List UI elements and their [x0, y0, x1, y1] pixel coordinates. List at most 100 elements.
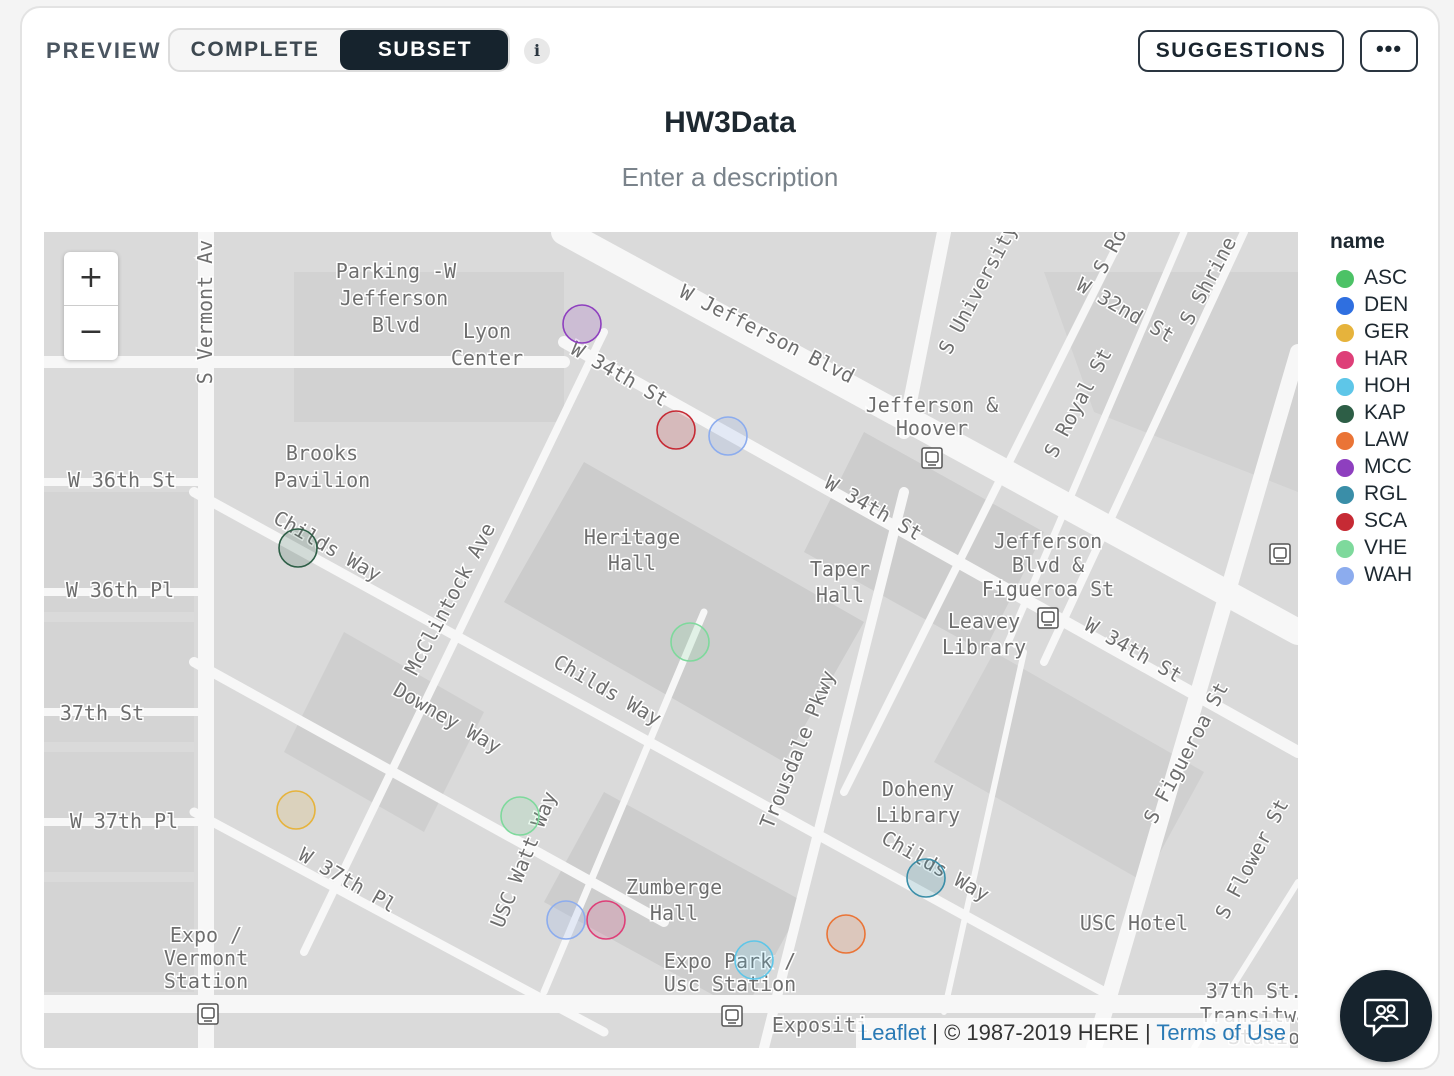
legend-swatch: [1336, 378, 1354, 396]
map-point-rgl[interactable]: [906, 858, 946, 898]
street-label: 37th St.: [1206, 979, 1298, 1003]
street-label: Hall: [650, 901, 698, 925]
subset-tab[interactable]: SUBSET: [340, 30, 508, 70]
legend-swatch: [1336, 432, 1354, 450]
street-label: Brooks: [286, 441, 358, 465]
map-point-mcc[interactable]: [562, 304, 602, 344]
zoom-control: + −: [64, 252, 118, 360]
legend: name ASC DEN GER HAR HOH KAP LAW MCC RGL SCA VHE WA…: [1330, 230, 1412, 588]
description-field[interactable]: Enter a description: [22, 162, 1438, 193]
legend-item-mcc[interactable]: MCC: [1330, 453, 1412, 480]
attribution-separator: |: [926, 1020, 945, 1045]
dataset-title[interactable]: HW3Data: [22, 106, 1438, 140]
complete-tab[interactable]: COMPLETE: [170, 30, 340, 70]
map-point-sca[interactable]: [656, 410, 696, 450]
chat-button[interactable]: [1340, 970, 1432, 1062]
legend-item-asc[interactable]: ASC: [1330, 264, 1407, 291]
legend-label: SCA: [1364, 509, 1408, 532]
street-label: Lyon: [463, 319, 511, 343]
street-label: Figueroa St: [982, 577, 1114, 601]
map-view[interactable]: Parking -W Jefferson Blvd Lyon Center W Jeffe…: [44, 232, 1298, 1048]
street-label: Doheny: [882, 777, 954, 801]
legend-item-rgl[interactable]: RGL: [1330, 480, 1407, 507]
suggestions-button[interactable]: SUGGESTIONS: [1138, 30, 1344, 72]
terms-of-use-link[interactable]: Terms of Use: [1156, 1020, 1286, 1045]
street-label: Leavey: [948, 609, 1020, 633]
street-label: Blvd: [372, 313, 420, 337]
legend-item-hoh[interactable]: HOH: [1330, 372, 1411, 399]
legend-swatch: [1336, 459, 1354, 477]
attribution-copyright: © 1987-2019 HERE: [944, 1020, 1139, 1045]
legend-item-den[interactable]: DEN: [1330, 291, 1408, 318]
street-label: Zumberge: [626, 875, 722, 899]
attribution-separator: |: [1138, 1020, 1157, 1045]
street-label: Expositi: [772, 1013, 868, 1037]
legend-swatch: [1336, 405, 1354, 423]
street-label: Usc Station: [664, 972, 796, 996]
map-point-hoh[interactable]: [734, 940, 774, 980]
zoom-out-button[interactable]: −: [64, 306, 118, 360]
legend-swatch: [1336, 324, 1354, 342]
legend-swatch: [1336, 567, 1354, 585]
legend-item-har[interactable]: HAR: [1330, 345, 1408, 372]
map-point-vhe[interactable]: [500, 796, 540, 836]
info-icon[interactable]: i: [524, 38, 550, 64]
map-attribution: Leaflet | © 1987-2019 HERE | Terms of Us…: [856, 1018, 1290, 1048]
street-label: Jefferson &: [866, 393, 998, 417]
legend-label: WAH: [1364, 563, 1413, 586]
legend-item-vhe[interactable]: VHE: [1330, 534, 1407, 561]
street-label: Pavilion: [274, 468, 370, 492]
street-label: Center: [451, 346, 523, 370]
legend-item-ger[interactable]: GER: [1330, 318, 1410, 345]
street-label: Jefferson: [340, 286, 448, 310]
legend-swatch: [1336, 270, 1354, 288]
legend-item-kap[interactable]: KAP: [1330, 399, 1406, 426]
transit-stop-icon: [1269, 543, 1291, 565]
preview-card: PREVIEW COMPLETE SUBSET i SUGGESTIONS ••…: [20, 6, 1440, 1070]
street-label: Vermont: [164, 946, 248, 970]
transit-stop-icon: [721, 1005, 743, 1027]
legend-label: HAR: [1364, 347, 1409, 370]
map-point-wah[interactable]: [708, 416, 748, 456]
map-point-har[interactable]: [586, 900, 626, 940]
transit-stop-icon: [921, 447, 943, 469]
legend-label: LAW: [1364, 428, 1409, 451]
legend-items: ASC DEN GER HAR HOH KAP LAW MCC RGL SCA VHE WAH: [1330, 264, 1412, 588]
legend-label: VHE: [1364, 536, 1408, 559]
street-label: Library: [942, 635, 1026, 659]
legend-swatch: [1336, 540, 1354, 558]
street-label: W 36th Pl: [66, 578, 174, 602]
street-label: Library: [876, 803, 960, 827]
chat-people-icon: [1364, 998, 1408, 1038]
street-label: Expo /: [170, 923, 242, 947]
street-label: Expo Park /: [664, 949, 796, 973]
street-label: S Vermont Av: [193, 240, 217, 385]
street-label: USC Hotel: [1080, 911, 1188, 935]
map-point-ger[interactable]: [276, 790, 316, 830]
legend-label: HOH: [1364, 374, 1411, 397]
leaflet-link[interactable]: Leaflet: [860, 1020, 926, 1045]
transit-stop-icon: [197, 1003, 219, 1025]
legend-label: KAP: [1364, 401, 1407, 424]
legend-label: DEN: [1364, 293, 1409, 316]
map-point-vhe[interactable]: [670, 622, 710, 662]
more-options-button[interactable]: •••: [1360, 30, 1418, 72]
legend-item-wah[interactable]: WAH: [1330, 561, 1412, 588]
view-toggle: COMPLETE SUBSET: [168, 28, 510, 72]
street-label: Heritage: [584, 525, 680, 549]
legend-swatch: [1336, 351, 1354, 369]
street-label: W 36th St: [68, 468, 176, 492]
street-label: Parking -W: [336, 259, 457, 283]
street-label: Hoover: [896, 416, 968, 440]
transit-stop-icon: [1037, 607, 1059, 629]
legend-swatch: [1336, 513, 1354, 531]
legend-item-law[interactable]: LAW: [1330, 426, 1409, 453]
legend-item-sca[interactable]: SCA: [1330, 507, 1407, 534]
map-point-law[interactable]: [826, 914, 866, 954]
zoom-in-button[interactable]: +: [64, 252, 118, 306]
legend-label: RGL: [1364, 482, 1408, 505]
street-label: Jefferson: [994, 529, 1102, 553]
map-point-wah[interactable]: [546, 900, 586, 940]
map-point-kap[interactable]: [278, 528, 318, 568]
legend-label: ASC: [1364, 266, 1408, 289]
